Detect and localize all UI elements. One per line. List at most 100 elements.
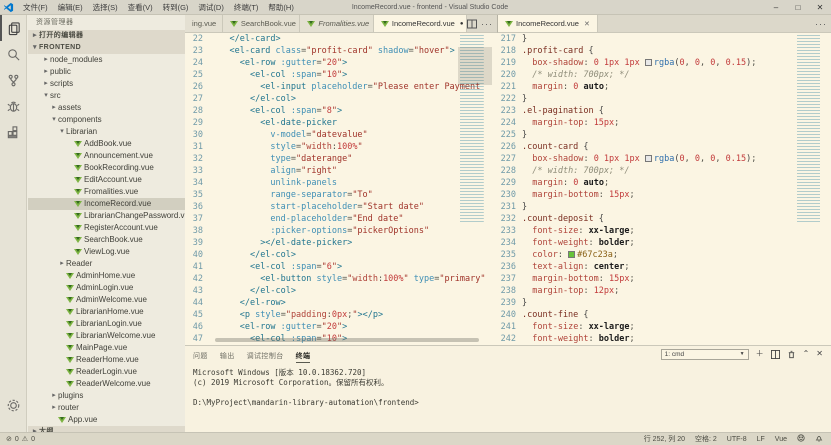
- code-text: }: [522, 93, 831, 105]
- split-terminal-icon[interactable]: [771, 350, 780, 359]
- more-actions-icon[interactable]: ···: [481, 19, 493, 29]
- menu-item[interactable]: 调试(D): [193, 3, 228, 12]
- terminal-output[interactable]: Microsoft Windows [版本 10.0.18362.720](c)…: [185, 362, 831, 408]
- menu-item[interactable]: 选择(S): [88, 3, 123, 12]
- tree-item[interactable]: ▸scripts: [28, 78, 185, 90]
- code-editor-left[interactable]: 22 </el-card>23 <el-card class="profit-c…: [185, 33, 497, 345]
- token: xx-large: [589, 226, 630, 236]
- tree-item[interactable]: LibrarianLogin.vue: [28, 318, 185, 330]
- tree-item[interactable]: EditAccount.vue: [28, 174, 185, 186]
- tree-item[interactable]: ReaderHome.vue: [28, 354, 185, 366]
- panel-tab[interactable]: 问题: [193, 351, 208, 362]
- menu-item[interactable]: 终端(T): [229, 3, 264, 12]
- editor-tab[interactable]: SearchBook.vue: [223, 15, 300, 32]
- tree-item[interactable]: Announcement.vue: [28, 150, 185, 162]
- warnings-icon[interactable]: ⚠: [22, 435, 28, 443]
- terminal-select[interactable]: 1: cmd ▼: [661, 349, 749, 360]
- panel-tab[interactable]: 调试控制台: [247, 351, 284, 362]
- token: "hover": [414, 46, 450, 56]
- editor-tab[interactable]: IncomeRecord.vue●: [374, 15, 467, 32]
- tree-item[interactable]: BookRecording.vue: [28, 162, 185, 174]
- status-bar-item[interactable]: Vue: [775, 436, 787, 443]
- tree-item[interactable]: LibrarianChangePassword.vue: [28, 210, 185, 222]
- menu-item[interactable]: 文件(F): [18, 3, 53, 12]
- horizontal-scrollbar[interactable]: [215, 338, 479, 342]
- close-button[interactable]: ✕: [809, 0, 831, 15]
- menu-item[interactable]: 查看(V): [123, 3, 158, 12]
- tree-item[interactable]: ▾components: [28, 114, 185, 126]
- tree-item[interactable]: ▸assets: [28, 102, 185, 114]
- tree-item[interactable]: RegisterAccount.vue: [28, 222, 185, 234]
- split-editor-icon[interactable]: [467, 19, 477, 29]
- tree-item[interactable]: ▾src: [28, 90, 185, 102]
- tree-item[interactable]: AddBook.vue: [28, 138, 185, 150]
- minimap-slider[interactable]: [458, 47, 492, 85]
- tree-item[interactable]: ViewLog.vue: [28, 246, 185, 258]
- tree-item[interactable]: ▸plugins: [28, 390, 185, 402]
- new-terminal-icon[interactable]: ＋: [756, 350, 764, 358]
- status-bar-item[interactable]: UTF-8: [727, 436, 747, 443]
- tab-close-icon[interactable]: ✕: [584, 20, 590, 28]
- notifications-bell-icon[interactable]: [815, 434, 823, 444]
- warnings-count[interactable]: 0: [31, 436, 35, 443]
- close-panel-icon[interactable]: ✕: [816, 350, 823, 358]
- token: {: [578, 142, 588, 152]
- tree-item[interactable]: ReaderLogin.vue: [28, 366, 185, 378]
- panel-tab[interactable]: 终端: [296, 351, 311, 363]
- status-bar-item[interactable]: 空格: 2: [695, 434, 717, 444]
- tree-item[interactable]: Fromalities.vue: [28, 186, 185, 198]
- tree-item[interactable]: App.vue: [28, 414, 185, 426]
- feedback-smiley-icon[interactable]: [797, 434, 805, 444]
- code-line: 43 </el-col>: [185, 285, 497, 297]
- vue-file-icon: [74, 200, 82, 208]
- line-number: 239: [498, 297, 522, 309]
- debug-icon[interactable]: [0, 93, 27, 119]
- minimap-right[interactable]: [795, 33, 828, 345]
- errors-count[interactable]: 0: [15, 436, 19, 443]
- menu-item[interactable]: 帮助(H): [263, 3, 298, 12]
- minimap-left[interactable]: [458, 33, 492, 345]
- editor-tab[interactable]: ing.vue: [185, 15, 223, 32]
- tree-item[interactable]: IncomeRecord.vue: [28, 198, 185, 210]
- maximize-button[interactable]: □: [787, 0, 809, 15]
- explorer-icon[interactable]: [0, 15, 27, 41]
- panel-tab[interactable]: 输出: [220, 351, 235, 362]
- code-editor-right[interactable]: 217}218.profit-card {219 box-shadow: 0 1…: [498, 33, 831, 345]
- tree-item[interactable]: LibrarianHome.vue: [28, 306, 185, 318]
- extensions-icon[interactable]: [0, 119, 27, 145]
- settings-gear-icon[interactable]: [0, 392, 27, 418]
- tree-item[interactable]: SearchBook.vue: [28, 234, 185, 246]
- line-number: 34: [185, 177, 209, 189]
- tree-item[interactable]: ▸public: [28, 66, 185, 78]
- maximize-panel-icon[interactable]: ⌃: [803, 350, 810, 358]
- tree-item[interactable]: ▾Librarian: [28, 126, 185, 138]
- errors-icon[interactable]: ⊘: [6, 435, 12, 443]
- status-bar-item[interactable]: LF: [757, 436, 765, 443]
- code-line: 221 margin: 0 auto;: [498, 81, 831, 93]
- tree-section-header[interactable]: ▸打开的编辑器: [28, 30, 185, 42]
- source-control-icon[interactable]: [0, 67, 27, 93]
- minimize-button[interactable]: –: [765, 0, 787, 15]
- kill-terminal-icon[interactable]: [787, 350, 796, 359]
- code-text: font-weight: bolder;: [522, 333, 831, 345]
- tree-item[interactable]: AdminLogin.vue: [28, 282, 185, 294]
- tree-item[interactable]: MainPage.vue: [28, 342, 185, 354]
- tree-item[interactable]: ▸Reader: [28, 258, 185, 270]
- more-actions-icon[interactable]: ···: [815, 19, 827, 29]
- editor-tab[interactable]: Fromalities.vue: [300, 15, 374, 32]
- tree-section-header[interactable]: ▾FRONTEND: [28, 42, 185, 54]
- tree-item[interactable]: LibrarianWelcome.vue: [28, 330, 185, 342]
- tree-item[interactable]: ReaderWelcome.vue: [28, 378, 185, 390]
- search-icon[interactable]: [0, 41, 27, 67]
- tree-item[interactable]: ▸node_modules: [28, 54, 185, 66]
- tree-item[interactable]: AdminHome.vue: [28, 270, 185, 282]
- status-bar-item[interactable]: 行 252, 列 20: [644, 434, 685, 444]
- activity-bar: [0, 15, 27, 432]
- tree-item[interactable]: ▸router: [28, 402, 185, 414]
- tree-item[interactable]: AdminWelcome.vue: [28, 294, 185, 306]
- menu-item[interactable]: 编辑(E): [53, 3, 88, 12]
- modified-dot-icon[interactable]: ●: [460, 21, 464, 27]
- menu-item[interactable]: 转到(G): [158, 3, 194, 12]
- token: margin: [532, 82, 563, 92]
- editor-tab[interactable]: IncomeRecord.vue✕: [498, 15, 598, 32]
